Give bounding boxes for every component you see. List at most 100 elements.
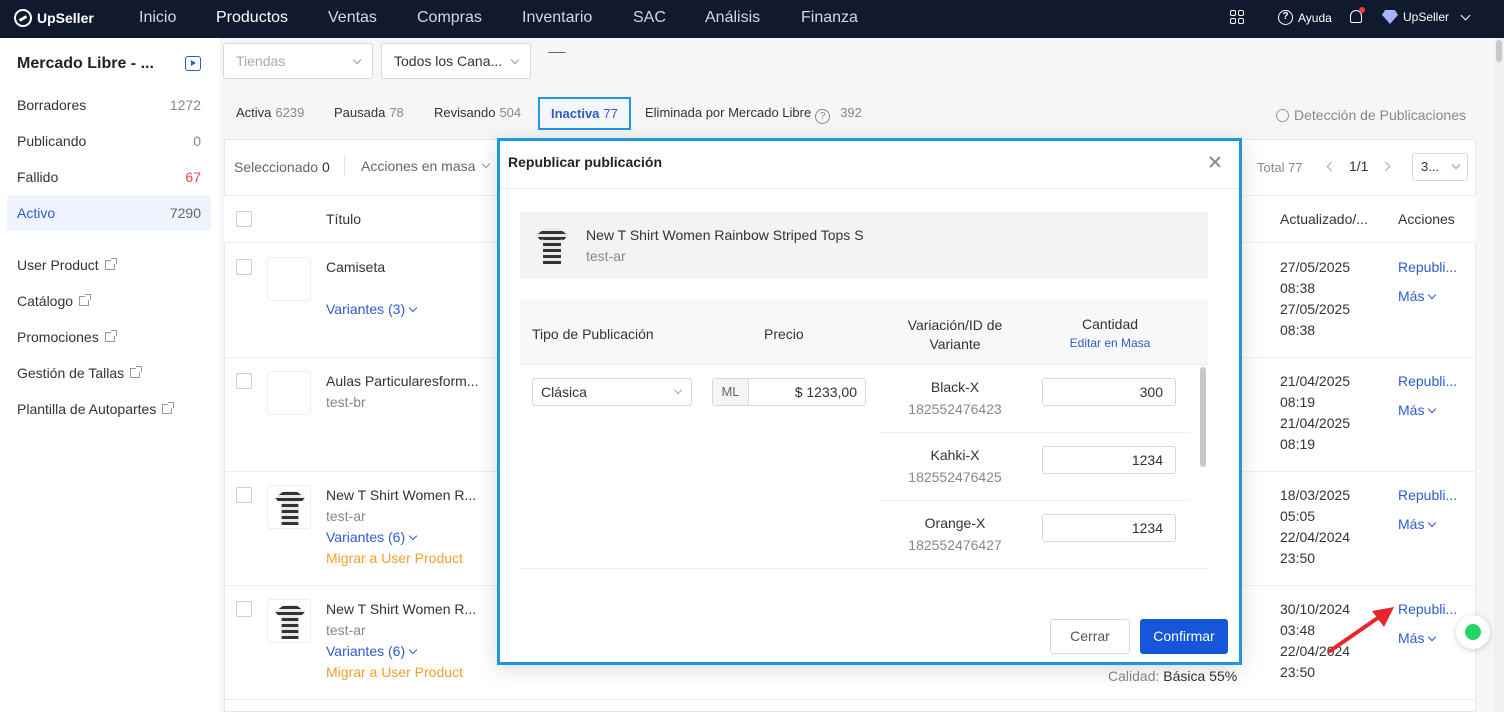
more-label: Más — [1398, 402, 1425, 418]
sidebar: Mercado Libre - ... Borradores 1272 Publ… — [0, 38, 220, 712]
notifications-button[interactable] — [1350, 7, 1365, 23]
price-input[interactable]: ML $ 1233,00 — [712, 378, 866, 406]
account-menu[interactable]: UpSeller — [1382, 10, 1471, 24]
detect-publications-button[interactable]: Detección de Publicaciones — [1276, 107, 1466, 123]
variants-toggle[interactable]: Variantes (6) — [326, 641, 418, 662]
nav-inicio[interactable]: Inicio — [139, 9, 176, 27]
sidebar-link-plantilla-autopartes[interactable]: Plantilla de Autopartes — [17, 401, 175, 417]
external-link-icon — [130, 366, 143, 378]
updated-date: 27/05/2025 — [1280, 259, 1351, 275]
more-menu[interactable]: Más — [1398, 286, 1437, 307]
logo[interactable]: UpSeller — [14, 9, 94, 27]
detect-search-icon — [1276, 108, 1289, 122]
help-button[interactable]: ? Ayuda — [1278, 10, 1332, 25]
chevron-down-icon — [408, 645, 418, 655]
chevron-down-icon — [1460, 10, 1471, 20]
sidebar-item-publicando[interactable]: Publicando 0 — [7, 123, 211, 159]
column-price: Precio — [764, 326, 804, 342]
nav-compras[interactable]: Compras — [417, 9, 482, 27]
bell-icon — [1350, 7, 1365, 23]
row-checkbox[interactable] — [236, 487, 252, 503]
account-name: UpSeller — [1403, 10, 1450, 24]
help-label: Ayuda — [1298, 10, 1332, 25]
page-scrollbar[interactable] — [1494, 38, 1504, 712]
nav-analisis[interactable]: Análisis — [705, 9, 760, 27]
migrate-user-product-link[interactable]: Migrar a User Product — [326, 662, 463, 683]
bulk-actions-dropdown[interactable]: Acciones en masa — [361, 158, 491, 174]
migrate-user-product-link[interactable]: Migrar a User Product — [326, 548, 463, 569]
page-size-value: 3... — [1421, 159, 1440, 174]
variants-toggle[interactable]: Variantes (6) — [326, 527, 418, 548]
sidebar-link-gestion-tallas[interactable]: Gestión de Tallas — [17, 365, 143, 381]
tab-count: 77 — [603, 106, 618, 121]
nav-productos[interactable]: Productos — [216, 9, 288, 27]
more-menu[interactable]: Más — [1398, 400, 1437, 421]
product-title[interactable]: Aulas Particularesform... — [326, 371, 479, 392]
quantity-input[interactable]: 300 — [1042, 378, 1176, 406]
more-menu[interactable]: Más — [1398, 514, 1437, 535]
variant-divider — [880, 432, 1190, 433]
row-checkbox[interactable] — [236, 373, 252, 389]
republish-link[interactable]: Republi... — [1398, 599, 1457, 620]
product-title[interactable]: New T Shirt Women R... — [326, 485, 476, 506]
nav-finanza[interactable]: Finanza — [801, 9, 858, 27]
nav-inventario[interactable]: Inventario — [522, 9, 592, 27]
channels-select[interactable]: Todos los Cana... — [381, 43, 531, 79]
select-all-checkbox[interactable] — [236, 211, 252, 227]
confirm-button[interactable]: Confirmar — [1140, 619, 1228, 654]
tab-inactiva[interactable]: Inactiva 77 — [538, 97, 631, 130]
sidebar-item-borradores[interactable]: Borradores 1272 — [7, 87, 211, 123]
republish-link[interactable]: Republi... — [1398, 485, 1457, 506]
sidebar-link-catalogo[interactable]: Catálogo — [17, 293, 92, 309]
product-title[interactable]: New T Shirt Women R... — [326, 599, 476, 620]
apps-button[interactable] — [1230, 10, 1244, 24]
help-icon: ? — [1278, 10, 1293, 25]
column-variation: Variación/ID de Variante — [907, 317, 1003, 352]
external-link-icon — [79, 294, 92, 306]
republish-link[interactable]: Republi... — [1398, 257, 1457, 278]
tab-revisando[interactable]: Revisando 504 — [434, 105, 521, 120]
publication-type-select[interactable]: Clásica — [532, 378, 692, 406]
filter-funnel-icon[interactable] — [548, 52, 566, 68]
dialog-product-shop: test-ar — [586, 248, 626, 264]
variants-toggle[interactable]: Variantes (3) — [326, 299, 418, 320]
nav-ventas[interactable]: Ventas — [328, 9, 377, 27]
sidebar-link-promociones[interactable]: Promociones — [17, 329, 117, 345]
quantity-label: Cantidad — [1081, 316, 1139, 332]
page-size-select[interactable]: 3... — [1412, 153, 1468, 181]
created-time: 23:50 — [1280, 664, 1316, 680]
created-date: 27/05/2025 — [1280, 301, 1351, 317]
cancel-button[interactable]: Cerrar — [1050, 619, 1130, 654]
sidebar-item-activo[interactable]: Activo 7290 — [7, 195, 211, 231]
quantity-input[interactable]: 1234 — [1042, 446, 1176, 474]
help-question-icon[interactable]: ? — [815, 109, 831, 124]
row-checkbox[interactable] — [236, 259, 252, 275]
whatsapp-chat-icon[interactable] — [1456, 615, 1490, 649]
sidebar-item-fallido[interactable]: Fallido 67 — [7, 159, 211, 195]
tab-count: 504 — [499, 105, 522, 120]
close-icon[interactable] — [1206, 153, 1224, 171]
dialog-scrollbar[interactable] — [1200, 367, 1206, 467]
tab-pausada[interactable]: Pausada 78 — [334, 105, 404, 120]
row-checkbox[interactable] — [236, 601, 252, 617]
tab-activa[interactable]: Activa 6239 — [236, 105, 304, 120]
bulk-edit-link[interactable]: Editar en Masa — [1060, 334, 1160, 353]
tab-count: 6239 — [275, 105, 305, 120]
variants-label: Variantes (6) — [326, 643, 406, 659]
tshirt-image — [275, 491, 305, 525]
nav-sac[interactable]: SAC — [633, 9, 666, 27]
republish-link[interactable]: Republi... — [1398, 371, 1457, 392]
stores-select[interactable]: Tiendas — [223, 43, 373, 79]
shop-name: test-ar — [326, 508, 366, 524]
created-date: 21/04/2025 — [1280, 415, 1351, 431]
quantity-input[interactable]: 1234 — [1042, 514, 1176, 542]
product-title[interactable]: Camiseta — [326, 257, 385, 278]
play-video-icon[interactable] — [185, 56, 201, 71]
more-menu[interactable]: Más — [1398, 628, 1437, 649]
chevron-down-icon — [408, 531, 418, 541]
external-link-icon — [162, 402, 175, 414]
tab-eliminada[interactable]: Eliminada por Mercado Libre? 392 — [645, 105, 862, 124]
sidebar-item-count: 0 — [193, 133, 201, 149]
sidebar-link-user-product[interactable]: User Product — [17, 257, 117, 273]
variant-name: Black-X — [930, 379, 980, 395]
